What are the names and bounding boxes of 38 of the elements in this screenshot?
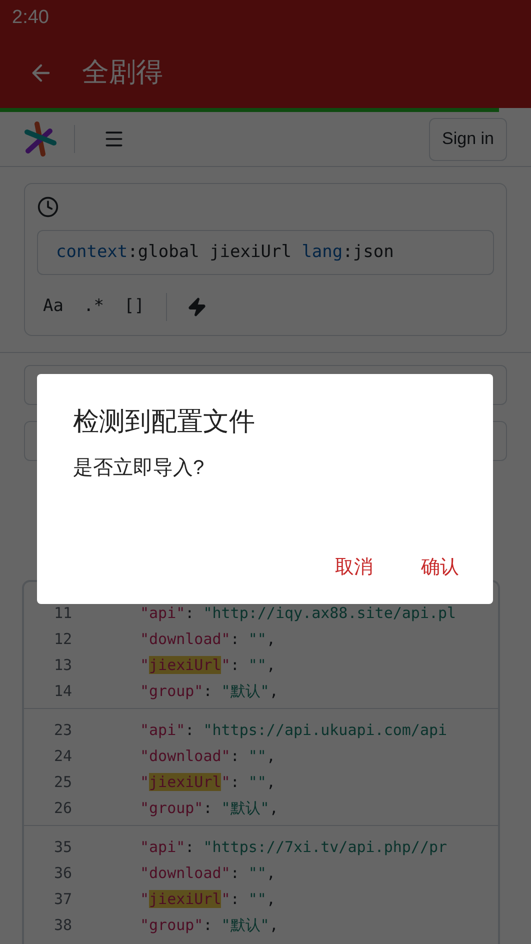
line-number: 24 [52, 746, 72, 767]
line-number: 13 [52, 654, 72, 676]
search-option-button[interactable]: [] [118, 294, 150, 320]
code-line: "group": "默认", [140, 914, 278, 936]
line-number: 14 [52, 680, 72, 702]
code-line: "group": "默认", [140, 680, 278, 702]
code-line: "group": "默认", [140, 798, 278, 819]
search-option-button[interactable]: Aa [37, 294, 70, 320]
sign-in-button[interactable]: Sign in [429, 118, 507, 160]
code-line: "jiexiUrl": "", [140, 772, 276, 793]
line-number: 37 [52, 888, 72, 910]
line-number: 12 [52, 628, 72, 650]
dialog-message: 是否立即导入? [73, 456, 206, 481]
code-line: "jiexiUrl": "", [140, 888, 276, 910]
history-icon[interactable] [37, 196, 59, 218]
code-line: "download": "", [140, 862, 276, 884]
line-number: 23 [52, 720, 72, 741]
search-option-button[interactable]: .* [77, 294, 110, 320]
code-line: "jiexiUrl": "", [140, 654, 276, 676]
app-title: 全剧得 [82, 56, 163, 90]
line-number: 26 [52, 798, 72, 819]
line-number: 38 [52, 914, 72, 936]
code-line: "download": "", [140, 746, 276, 767]
line-number: 25 [52, 772, 72, 793]
code-line: "api": "https://7xi.tv/api.php//pr [140, 836, 448, 858]
dialog-button[interactable]: 取消 [331, 554, 377, 582]
line-number: 35 [52, 836, 72, 858]
dialog-title: 检测到配置文件 [73, 405, 256, 438]
status-time: 2:40 [12, 6, 49, 30]
lightning-icon[interactable] [187, 297, 208, 317]
search-field[interactable]: context:global jiexiUrl lang:json [37, 230, 494, 275]
code-line: "download": "", [140, 628, 276, 650]
logo-icon[interactable] [24, 121, 58, 157]
line-number: 11 [52, 602, 72, 624]
line-number: 36 [52, 862, 72, 884]
code-line: "api": "https://api.ukuapi.com/api [140, 720, 448, 741]
code-line: "api": "http://iqy.ax88.site/api.pl [140, 602, 456, 624]
dialog-button[interactable]: 确认 [417, 554, 463, 582]
